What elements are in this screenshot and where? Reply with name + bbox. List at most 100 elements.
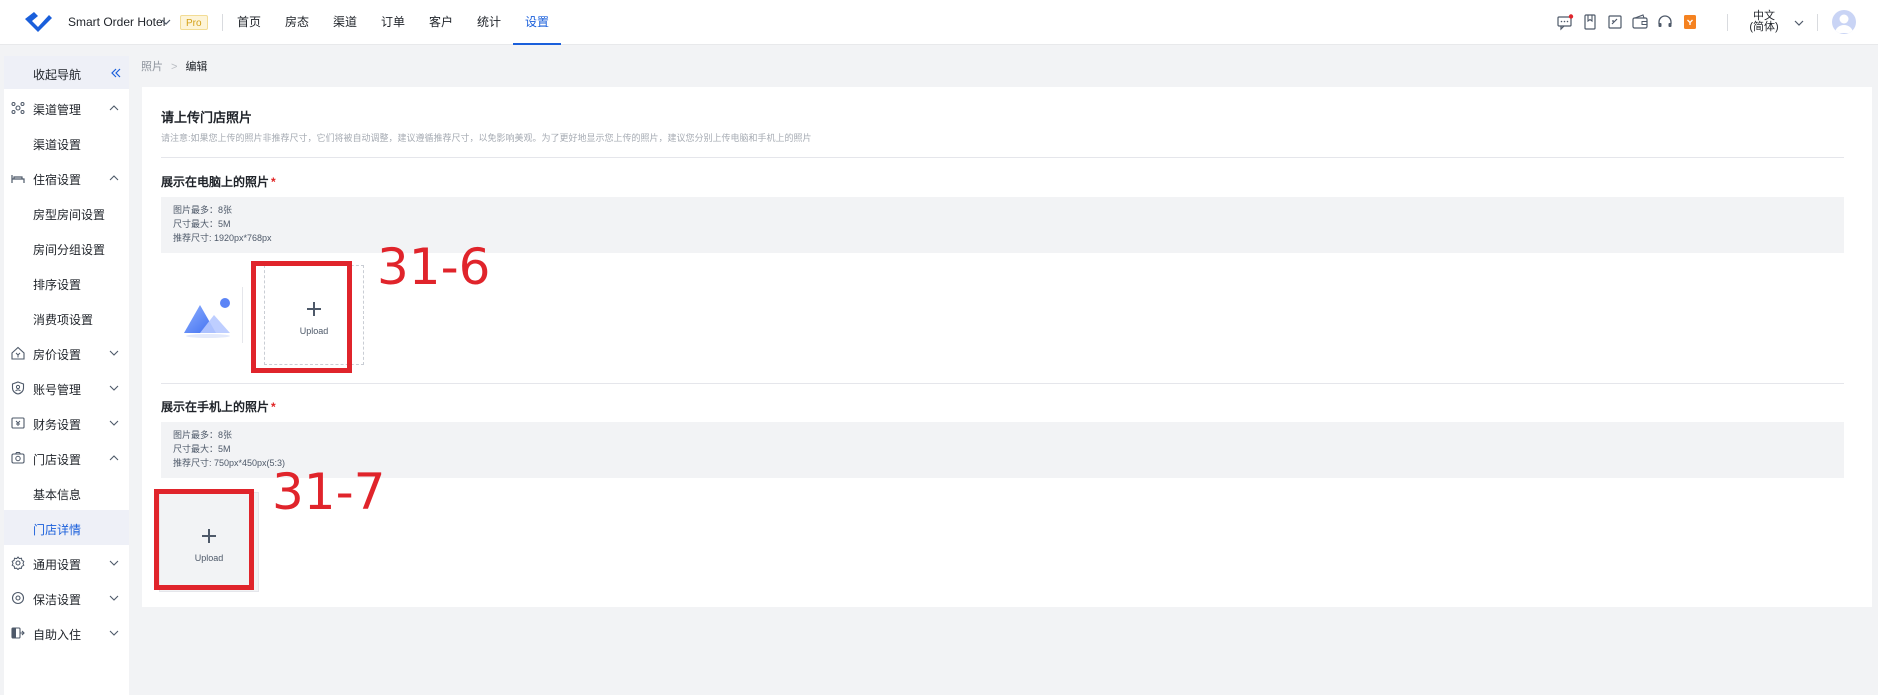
finance-icon <box>11 417 25 429</box>
annotation-highlight-box <box>251 261 352 373</box>
divider <box>242 287 243 343</box>
pro-badge: Pro <box>180 15 208 30</box>
chevron-down-icon[interactable] <box>1794 18 1804 28</box>
sidebar-item-label: 账号管理 <box>33 383 82 397</box>
sidebar-item-room-group-settings[interactable]: 房间分组设置 <box>4 230 129 265</box>
nav-room-status[interactable]: 房态 <box>273 0 321 45</box>
page-title: 请上传门店照片 <box>161 110 253 125</box>
language-selector[interactable]: 中文 (简体) <box>1746 11 1782 33</box>
chevron-up-icon <box>109 455 119 461</box>
account-shield-icon <box>11 381 25 395</box>
sidebar-item-self-checkin[interactable]: 自助入住 <box>4 615 129 650</box>
sidebar-item-room-price-settings[interactable]: 房价设置 <box>4 335 129 370</box>
edit-note-icon[interactable] <box>1606 13 1624 31</box>
sidebar-item-consumption-settings[interactable]: 消费项设置 <box>4 300 129 335</box>
headset-icon[interactable] <box>1656 13 1674 31</box>
requirement-max-count: 图片最多：8张 <box>173 205 233 215</box>
upload-note: 请注意:如果您上传的照片非推荐尺寸，它们将被自动调整，建议遵循推荐尺寸，以免影响… <box>161 133 812 143</box>
sidebar-item-label: 保洁设置 <box>33 593 82 607</box>
chevron-down-icon <box>109 350 119 356</box>
cleaning-icon <box>11 591 25 605</box>
sidebar-item-label: 门店设置 <box>33 453 82 467</box>
sidebar-collapse[interactable]: 收起导航 <box>4 56 129 89</box>
sidebar-item-room-type-settings[interactable]: 房型房间设置 <box>4 195 129 230</box>
sidebar-item-sort-settings[interactable]: 排序设置 <box>4 265 129 300</box>
sidebar-item-label: 房间分组设置 <box>33 243 106 257</box>
language-line-2: (简体) <box>1749 21 1779 33</box>
sidebar-item-lodging-settings[interactable]: 住宿设置 <box>4 160 129 195</box>
mobile-photos-requirements: 图片最多：8张 尺寸最大：5M 推荐尺寸: 750px*450px(5:3) <box>161 422 1844 478</box>
sidebar-item-general-settings[interactable]: 通用设置 <box>4 545 129 580</box>
logo-icon[interactable] <box>22 10 54 34</box>
sidebar-item-channel-settings[interactable]: 渠道设置 <box>4 125 129 160</box>
gear-icon <box>11 556 25 570</box>
image-placeholder-icon <box>184 298 230 338</box>
channel-icon <box>11 102 25 114</box>
breadcrumb: 照片 > 编辑 <box>141 58 207 74</box>
requirement-recommended-size: 推荐尺寸: 750px*450px(5:3) <box>173 458 286 468</box>
sidebar-item-basic-info[interactable]: 基本信息 <box>4 475 129 510</box>
avatar[interactable] <box>1832 10 1856 34</box>
nav-home[interactable]: 首页 <box>225 0 273 45</box>
chevron-down-icon[interactable] <box>161 17 171 27</box>
requirement-max-size: 尺寸最大：5M <box>173 219 231 229</box>
breadcrumb-separator: > <box>171 61 178 73</box>
house-price-icon <box>11 346 25 360</box>
chevron-down-icon <box>109 630 119 636</box>
required-mark: * <box>271 175 276 189</box>
bed-icon <box>11 175 25 183</box>
mobile-photos-title-text: 展示在手机上的照片 <box>161 400 270 414</box>
sidebar-item-label: 渠道设置 <box>33 138 82 152</box>
annotation-label: 31-7 <box>272 463 386 521</box>
bookmark-icon[interactable] <box>1581 13 1599 31</box>
requirement-max-count: 图片最多：8张 <box>173 430 233 440</box>
nav-settings[interactable]: 设置 <box>513 0 561 45</box>
sidebar-item-channel-management[interactable]: 渠道管理 <box>4 90 129 125</box>
nav-customers[interactable]: 客户 <box>417 0 465 45</box>
sidebar-item-finance-settings[interactable]: 财务设置 <box>4 405 129 440</box>
sidebar-item-label: 基本信息 <box>33 488 82 502</box>
breadcrumb-parent[interactable]: 照片 <box>141 61 163 73</box>
sidebar-item-store-details[interactable]: 门店详情 <box>4 510 129 545</box>
nav-orders[interactable]: 订单 <box>369 0 417 45</box>
chevron-down-icon <box>109 420 119 426</box>
sidebar-item-label: 住宿设置 <box>33 173 82 187</box>
top-bar: Smart Order Hotel Pro 首页 房态 渠道 订单 客户 统计 … <box>0 0 1878 45</box>
sidebar-item-label: 消费项设置 <box>33 313 94 327</box>
sidebar: 收起导航 渠道管理 渠道设置 住宿设置 房型房间设置 房间分组设置 排序设置 消… <box>4 56 129 695</box>
chevron-down-icon <box>109 595 119 601</box>
store-photo-card: 请上传门店照片 请注意:如果您上传的照片非推荐尺寸，它们将被自动调整，建议遵循推… <box>142 87 1872 607</box>
self-checkin-icon <box>11 627 25 639</box>
divider <box>1817 14 1818 31</box>
mobile-photos-title: 展示在手机上的照片 * <box>161 398 276 415</box>
chevron-up-icon <box>109 175 119 181</box>
top-icon-group <box>1556 13 1699 31</box>
nav-statistics[interactable]: 统计 <box>465 0 513 45</box>
sidebar-item-label: 渠道管理 <box>33 103 82 117</box>
wallet-icon[interactable] <box>1631 13 1649 31</box>
breadcrumb-current: 编辑 <box>185 61 208 73</box>
sidebar-item-store-settings[interactable]: 门店设置 <box>4 440 129 475</box>
divider <box>222 14 223 31</box>
annotation-highlight-box <box>154 489 254 590</box>
sidebar-item-label: 排序设置 <box>33 278 82 292</box>
sidebar-item-label: 通用设置 <box>33 558 82 572</box>
chevron-up-icon <box>109 105 119 111</box>
sidebar-item-cleaning-settings[interactable]: 保洁设置 <box>4 580 129 615</box>
chevron-down-icon <box>109 385 119 391</box>
sidebar-item-label: 财务设置 <box>33 418 82 432</box>
sidebar-item-label: 自助入住 <box>33 628 82 642</box>
sidebar-item-account-management[interactable]: 账号管理 <box>4 370 129 405</box>
pin-icon[interactable] <box>1681 13 1699 31</box>
annotation-label: 31-6 <box>377 238 491 296</box>
double-chevron-left-icon[interactable] <box>110 67 122 79</box>
hotel-name[interactable]: Smart Order Hotel <box>68 15 165 29</box>
required-mark: * <box>271 400 276 414</box>
store-camera-icon <box>11 452 25 464</box>
message-icon[interactable] <box>1556 13 1574 31</box>
sidebar-item-label: 房价设置 <box>33 348 82 362</box>
nav-channel[interactable]: 渠道 <box>321 0 369 45</box>
requirement-max-size: 尺寸最大：5M <box>173 444 231 454</box>
pc-photos-title-text: 展示在电脑上的照片 <box>161 175 270 189</box>
sidebar-item-label: 门店详情 <box>33 523 82 537</box>
